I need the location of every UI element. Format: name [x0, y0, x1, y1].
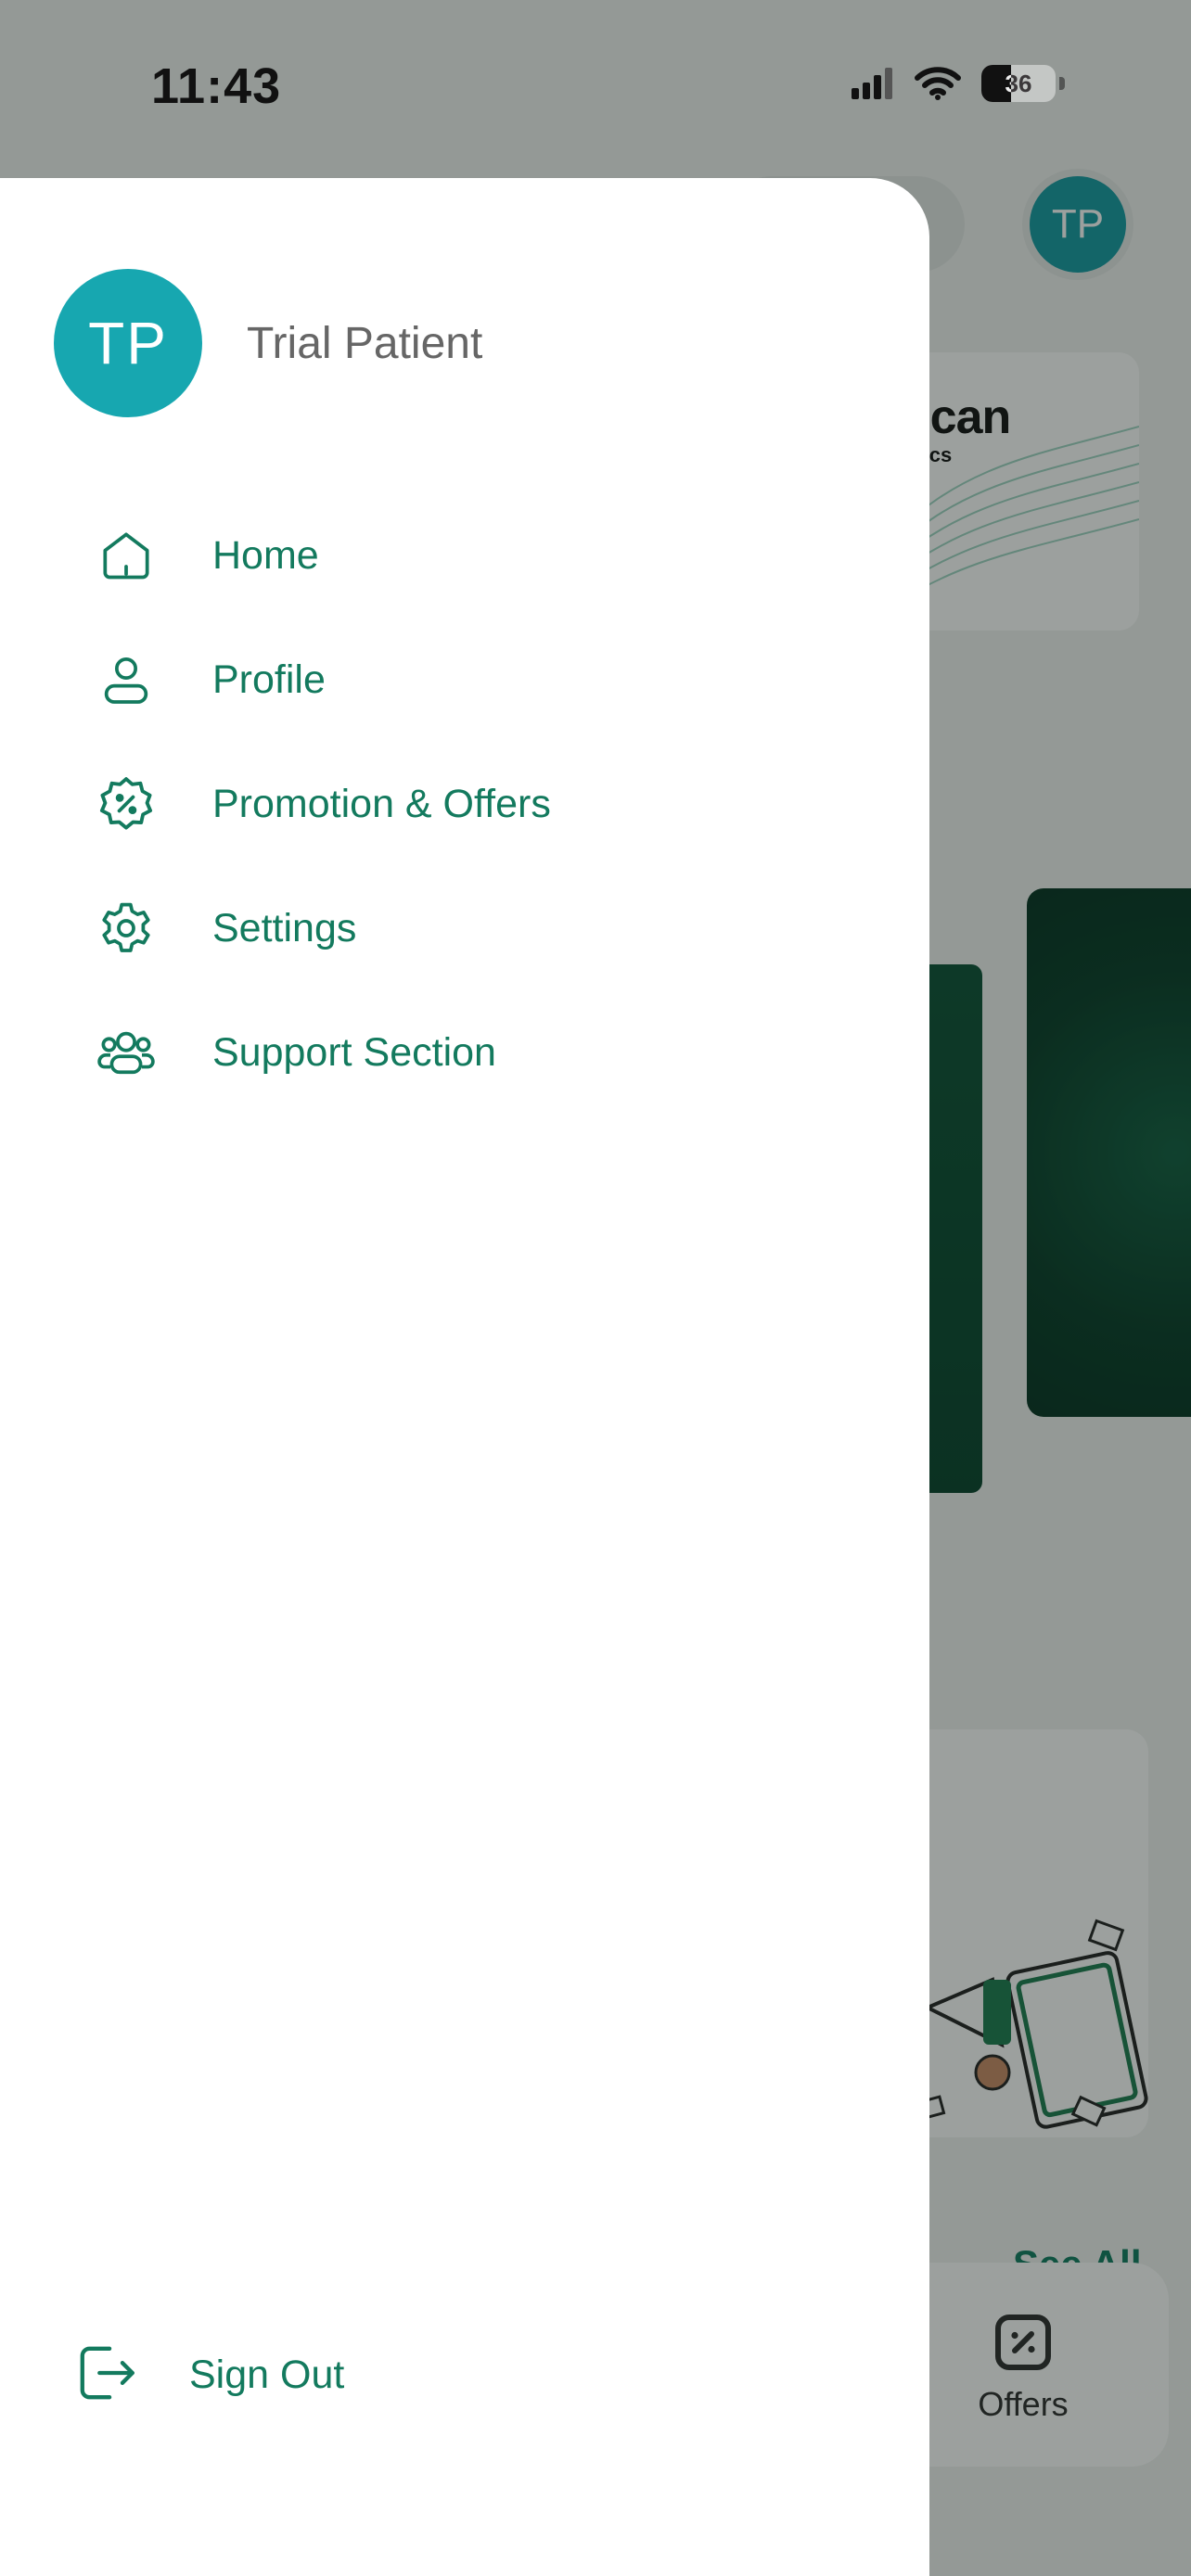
menu-item-label: Settings [212, 905, 357, 950]
gear-icon [93, 895, 160, 962]
discount-badge-icon [93, 771, 160, 837]
wifi-icon [915, 67, 961, 100]
drawer-profile-header[interactable]: TP Trial Patient [54, 269, 482, 417]
menu-item-home[interactable]: Home [93, 493, 551, 618]
home-icon [93, 522, 160, 589]
sign-out-button[interactable]: Sign Out [72, 2339, 344, 2412]
navigation-drawer: TP Trial Patient Home Profile Promotion … [0, 178, 929, 2576]
battery-indicator: 36 [981, 65, 1056, 102]
user-icon [93, 646, 160, 713]
user-avatar[interactable]: TP [54, 269, 202, 417]
drawer-menu: Home Profile Promotion & Offers Settings… [93, 493, 551, 1115]
battery-level: 36 [1005, 69, 1032, 97]
menu-item-label: Home [212, 532, 319, 578]
menu-item-label: Profile [212, 657, 326, 702]
cellular-signal-icon [852, 68, 892, 99]
status-icons: 36 [852, 65, 1065, 102]
menu-item-support[interactable]: Support Section [93, 990, 551, 1115]
battery-tip [1059, 77, 1065, 90]
sign-out-label: Sign Out [189, 2353, 345, 2397]
menu-item-promotions[interactable]: Promotion & Offers [93, 742, 551, 866]
logout-icon [72, 2339, 141, 2412]
status-time: 11:43 [151, 58, 282, 114]
user-name: Trial Patient [247, 318, 483, 368]
menu-item-label: Support Section [212, 1029, 496, 1075]
menu-item-label: Promotion & Offers [212, 781, 551, 826]
menu-item-profile[interactable]: Profile [93, 618, 551, 742]
menu-item-settings[interactable]: Settings [93, 866, 551, 990]
users-group-icon [93, 1019, 160, 1086]
